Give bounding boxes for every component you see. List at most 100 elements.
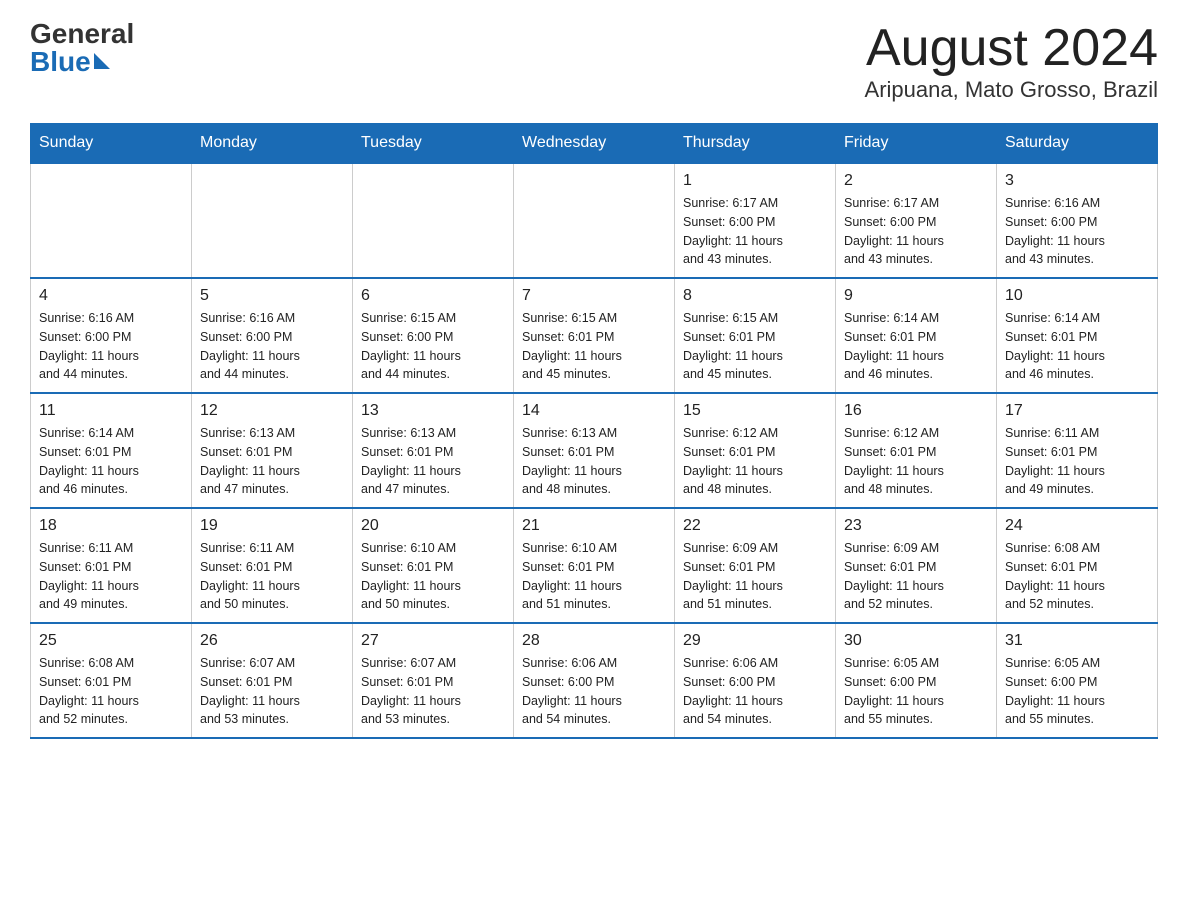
- day-info: Sunrise: 6:13 AMSunset: 6:01 PMDaylight:…: [361, 424, 505, 499]
- calendar-cell: [31, 163, 192, 278]
- day-number: 4: [39, 287, 183, 305]
- weekday-header-friday: Friday: [836, 124, 997, 164]
- day-info: Sunrise: 6:16 AMSunset: 6:00 PMDaylight:…: [1005, 194, 1149, 269]
- calendar-cell: 15 Sunrise: 6:12 AMSunset: 6:01 PMDayligh…: [675, 393, 836, 508]
- calendar-week-row: 1 Sunrise: 6:17 AMSunset: 6:00 PMDaylight…: [31, 163, 1158, 278]
- calendar-cell: [353, 163, 514, 278]
- day-info: Sunrise: 6:13 AMSunset: 6:01 PMDaylight:…: [200, 424, 344, 499]
- day-number: 23: [844, 517, 988, 535]
- day-info: Sunrise: 6:05 AMSunset: 6:00 PMDaylight:…: [1005, 654, 1149, 729]
- day-number: 15: [683, 402, 827, 420]
- day-info: Sunrise: 6:16 AMSunset: 6:00 PMDaylight:…: [200, 309, 344, 384]
- day-info: Sunrise: 6:07 AMSunset: 6:01 PMDaylight:…: [200, 654, 344, 729]
- calendar-cell: 29Sunrise: 6:06 AMSunset: 6:00 PMDayligh…: [675, 623, 836, 738]
- day-number: 5: [200, 287, 344, 305]
- calendar-cell: 10 Sunrise: 6:14 AMSunset: 6:01 PMDayligh…: [997, 278, 1158, 393]
- calendar-week-row: 25 Sunrise: 6:08 AMSunset: 6:01 PMDayligh…: [31, 623, 1158, 738]
- calendar-header-row: SundayMondayTuesdayWednesdayThursdayFrid…: [31, 124, 1158, 164]
- day-number: 14: [522, 402, 666, 420]
- calendar-cell: 21Sunrise: 6:10 AMSunset: 6:01 PMDayligh…: [514, 508, 675, 623]
- day-info: Sunrise: 6:08 AMSunset: 6:01 PMDaylight:…: [1005, 539, 1149, 614]
- day-info: Sunrise: 6:06 AMSunset: 6:00 PMDaylight:…: [683, 654, 827, 729]
- day-number: 2: [844, 172, 988, 190]
- calendar-cell: 18 Sunrise: 6:11 AMSunset: 6:01 PMDayligh…: [31, 508, 192, 623]
- day-number: 11: [39, 402, 183, 420]
- logo: General Blue: [30, 20, 134, 76]
- logo-blue-text: Blue: [30, 48, 134, 76]
- calendar-week-row: 18 Sunrise: 6:11 AMSunset: 6:01 PMDayligh…: [31, 508, 1158, 623]
- day-number: 10: [1005, 287, 1149, 305]
- day-number: 26: [200, 632, 344, 650]
- day-number: 12: [200, 402, 344, 420]
- calendar-cell: [192, 163, 353, 278]
- day-info: Sunrise: 6:09 AMSunset: 6:01 PMDaylight:…: [844, 539, 988, 614]
- day-number: 18: [39, 517, 183, 535]
- day-number: 25: [39, 632, 183, 650]
- day-number: 30: [844, 632, 988, 650]
- calendar-week-row: 4 Sunrise: 6:16 AMSunset: 6:00 PMDaylight…: [31, 278, 1158, 393]
- page-header: General Blue August 2024 Aripuana, Mato …: [30, 20, 1158, 103]
- day-number: 20: [361, 517, 505, 535]
- day-info: Sunrise: 6:16 AMSunset: 6:00 PMDaylight:…: [39, 309, 183, 384]
- day-number: 9: [844, 287, 988, 305]
- day-info: Sunrise: 6:12 AMSunset: 6:01 PMDaylight:…: [683, 424, 827, 499]
- calendar-cell: 24Sunrise: 6:08 AMSunset: 6:01 PMDayligh…: [997, 508, 1158, 623]
- day-info: Sunrise: 6:15 AMSunset: 6:01 PMDaylight:…: [683, 309, 827, 384]
- calendar-cell: 19 Sunrise: 6:11 AMSunset: 6:01 PMDayligh…: [192, 508, 353, 623]
- day-number: 16: [844, 402, 988, 420]
- calendar-cell: [514, 163, 675, 278]
- weekday-header-monday: Monday: [192, 124, 353, 164]
- day-info: Sunrise: 6:11 AMSunset: 6:01 PMDaylight:…: [200, 539, 344, 614]
- calendar-cell: 11Sunrise: 6:14 AMSunset: 6:01 PMDayligh…: [31, 393, 192, 508]
- day-info: Sunrise: 6:08 AMSunset: 6:01 PMDaylight:…: [39, 654, 183, 729]
- calendar-cell: 2 Sunrise: 6:17 AMSunset: 6:00 PMDaylight…: [836, 163, 997, 278]
- day-info: Sunrise: 6:06 AMSunset: 6:00 PMDaylight:…: [522, 654, 666, 729]
- day-number: 31: [1005, 632, 1149, 650]
- calendar-table: SundayMondayTuesdayWednesdayThursdayFrid…: [30, 123, 1158, 739]
- logo-general-text: General: [30, 20, 134, 48]
- calendar-cell: 13 Sunrise: 6:13 AMSunset: 6:01 PMDayligh…: [353, 393, 514, 508]
- calendar-cell: 1 Sunrise: 6:17 AMSunset: 6:00 PMDaylight…: [675, 163, 836, 278]
- day-number: 27: [361, 632, 505, 650]
- location-subtitle: Aripuana, Mato Grosso, Brazil: [865, 77, 1158, 103]
- day-info: Sunrise: 6:13 AMSunset: 6:01 PMDaylight:…: [522, 424, 666, 499]
- calendar-cell: 26 Sunrise: 6:07 AMSunset: 6:01 PMDayligh…: [192, 623, 353, 738]
- day-number: 22: [683, 517, 827, 535]
- day-number: 19: [200, 517, 344, 535]
- calendar-cell: 7 Sunrise: 6:15 AMSunset: 6:01 PMDaylight…: [514, 278, 675, 393]
- calendar-cell: 16 Sunrise: 6:12 AMSunset: 6:01 PMDayligh…: [836, 393, 997, 508]
- day-info: Sunrise: 6:15 AMSunset: 6:00 PMDaylight:…: [361, 309, 505, 384]
- day-number: 13: [361, 402, 505, 420]
- day-info: Sunrise: 6:10 AMSunset: 6:01 PMDaylight:…: [361, 539, 505, 614]
- day-number: 7: [522, 287, 666, 305]
- calendar-cell: 27 Sunrise: 6:07 AMSunset: 6:01 PMDayligh…: [353, 623, 514, 738]
- month-title: August 2024: [865, 20, 1158, 77]
- day-number: 6: [361, 287, 505, 305]
- day-info: Sunrise: 6:11 AMSunset: 6:01 PMDaylight:…: [1005, 424, 1149, 499]
- day-number: 1: [683, 172, 827, 190]
- day-info: Sunrise: 6:15 AMSunset: 6:01 PMDaylight:…: [522, 309, 666, 384]
- day-number: 17: [1005, 402, 1149, 420]
- logo-triangle-icon: [94, 53, 110, 69]
- calendar-cell: 6 Sunrise: 6:15 AMSunset: 6:00 PMDaylight…: [353, 278, 514, 393]
- calendar-cell: 25 Sunrise: 6:08 AMSunset: 6:01 PMDayligh…: [31, 623, 192, 738]
- calendar-cell: 31 Sunrise: 6:05 AMSunset: 6:00 PMDayligh…: [997, 623, 1158, 738]
- calendar-cell: 28 Sunrise: 6:06 AMSunset: 6:00 PMDayligh…: [514, 623, 675, 738]
- day-number: 21: [522, 517, 666, 535]
- day-info: Sunrise: 6:17 AMSunset: 6:00 PMDaylight:…: [683, 194, 827, 269]
- weekday-header-thursday: Thursday: [675, 124, 836, 164]
- day-info: Sunrise: 6:17 AMSunset: 6:00 PMDaylight:…: [844, 194, 988, 269]
- day-number: 28: [522, 632, 666, 650]
- day-info: Sunrise: 6:11 AMSunset: 6:01 PMDaylight:…: [39, 539, 183, 614]
- calendar-cell: 8 Sunrise: 6:15 AMSunset: 6:01 PMDaylight…: [675, 278, 836, 393]
- day-info: Sunrise: 6:14 AMSunset: 6:01 PMDaylight:…: [844, 309, 988, 384]
- weekday-header-wednesday: Wednesday: [514, 124, 675, 164]
- calendar-cell: 14 Sunrise: 6:13 AMSunset: 6:01 PMDayligh…: [514, 393, 675, 508]
- day-number: 3: [1005, 172, 1149, 190]
- weekday-header-sunday: Sunday: [31, 124, 192, 164]
- day-info: Sunrise: 6:12 AMSunset: 6:01 PMDaylight:…: [844, 424, 988, 499]
- calendar-cell: 9 Sunrise: 6:14 AMSunset: 6:01 PMDaylight…: [836, 278, 997, 393]
- day-number: 8: [683, 287, 827, 305]
- day-info: Sunrise: 6:07 AMSunset: 6:01 PMDaylight:…: [361, 654, 505, 729]
- day-info: Sunrise: 6:14 AMSunset: 6:01 PMDaylight:…: [1005, 309, 1149, 384]
